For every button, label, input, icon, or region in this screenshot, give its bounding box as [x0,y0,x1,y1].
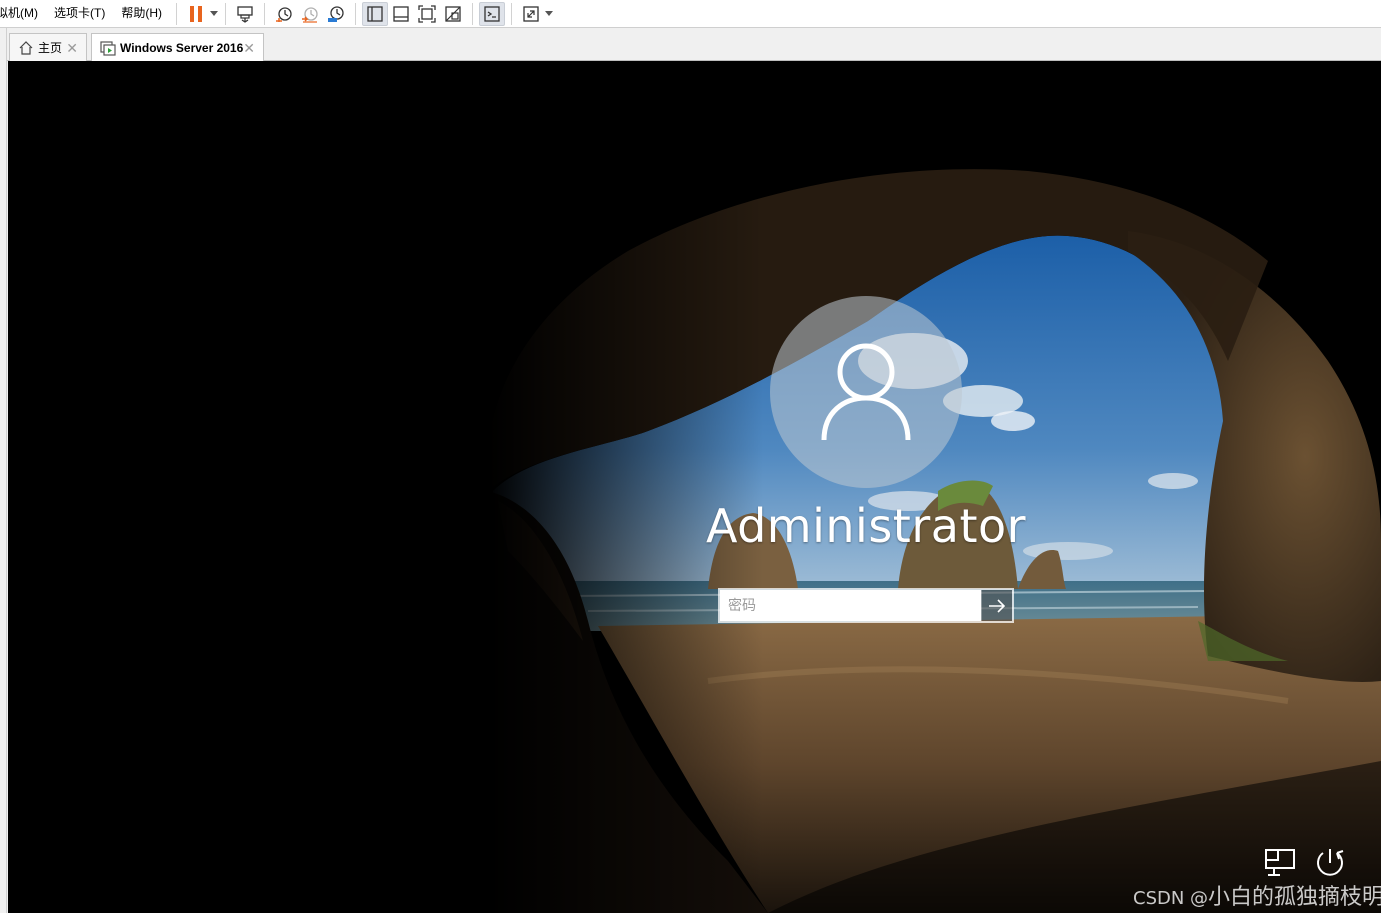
left-gutter [0,28,7,913]
tab-windows-server[interactable]: Windows Server 2016 ✕ [91,33,264,62]
toolbar-separator [511,2,512,25]
tab-bar: 主页 ✕ Windows Server 2016 ✕ [0,28,1381,62]
console-view-icon [484,5,500,22]
console-view-button[interactable] [479,1,505,26]
snapshot-manager-button[interactable] [323,2,349,26]
thumbnail-bar-button[interactable] [388,2,414,26]
user-avatar [770,296,962,488]
toolbar-separator [225,2,226,25]
arrow-right-icon [989,598,1006,613]
password-box [718,588,1014,623]
toolbar-separator [472,2,473,25]
revert-snapshot-button[interactable] [297,2,323,26]
snapshot-manager-icon [328,5,344,22]
pause-dropdown[interactable] [209,2,219,26]
watermark: CSDN @小白的孤独摘枝明 [1133,879,1381,911]
pause-icon [190,5,202,22]
menu-tabs[interactable]: 选项卡(T) [46,4,113,24]
tab-vm-label: Windows Server 2016 [120,41,244,55]
snapshot-icon [276,6,292,22]
menu-toolbar: 拟机(M) 选项卡(T) 帮助(H) [0,0,1381,28]
stretch-button[interactable] [518,2,544,26]
revert-snapshot-icon [302,6,318,23]
send-ctrl-alt-del-button[interactable] [232,2,258,26]
vm-console[interactable]: Administrator CSDN @小白的孤独摘枝明 [8,61,1381,913]
toolbar-separator [264,2,265,25]
network-icon[interactable] [1264,848,1298,878]
close-icon[interactable]: ✕ [243,41,255,55]
fullscreen-icon [418,4,436,23]
home-icon [18,40,34,56]
tab-home[interactable]: 主页 ✕ [9,33,87,61]
lock-screen-wallpaper [8,61,1381,913]
library-view-icon [367,5,383,22]
thumbnail-view-icon [393,5,409,22]
user-icon [821,343,911,441]
vmware-window: 拟机(M) 选项卡(T) 帮助(H) 主页 ✕ Windows Server 2… [0,0,1381,913]
submit-button[interactable] [981,590,1012,621]
close-icon[interactable]: ✕ [66,41,78,55]
menu-vm[interactable]: 拟机(M) [0,4,46,24]
unity-icon [445,5,461,22]
take-snapshot-button[interactable] [271,2,297,26]
menu-help[interactable]: 帮助(H) [113,4,170,24]
stretch-dropdown[interactable] [544,2,554,26]
stretch-icon [523,5,539,22]
caret-down-icon [210,11,218,16]
toolbar-separator [176,2,177,25]
caret-down-icon [545,11,553,16]
username-label: Administrator [705,499,1027,553]
tab-home-label: 主页 [38,41,63,55]
pause-button[interactable] [183,2,209,26]
password-input[interactable] [720,590,981,621]
watermark-prefix: CSDN @ [1133,888,1209,909]
power-icon[interactable] [1313,847,1347,879]
watermark-author: 小白的孤独摘枝明 [1208,885,1381,910]
fullscreen-button[interactable] [414,2,440,26]
send-keys-icon [237,5,253,23]
toolbar-separator [355,2,356,25]
library-view-button[interactable] [362,1,388,26]
vm-icon [100,40,116,56]
unity-button[interactable] [440,2,466,26]
